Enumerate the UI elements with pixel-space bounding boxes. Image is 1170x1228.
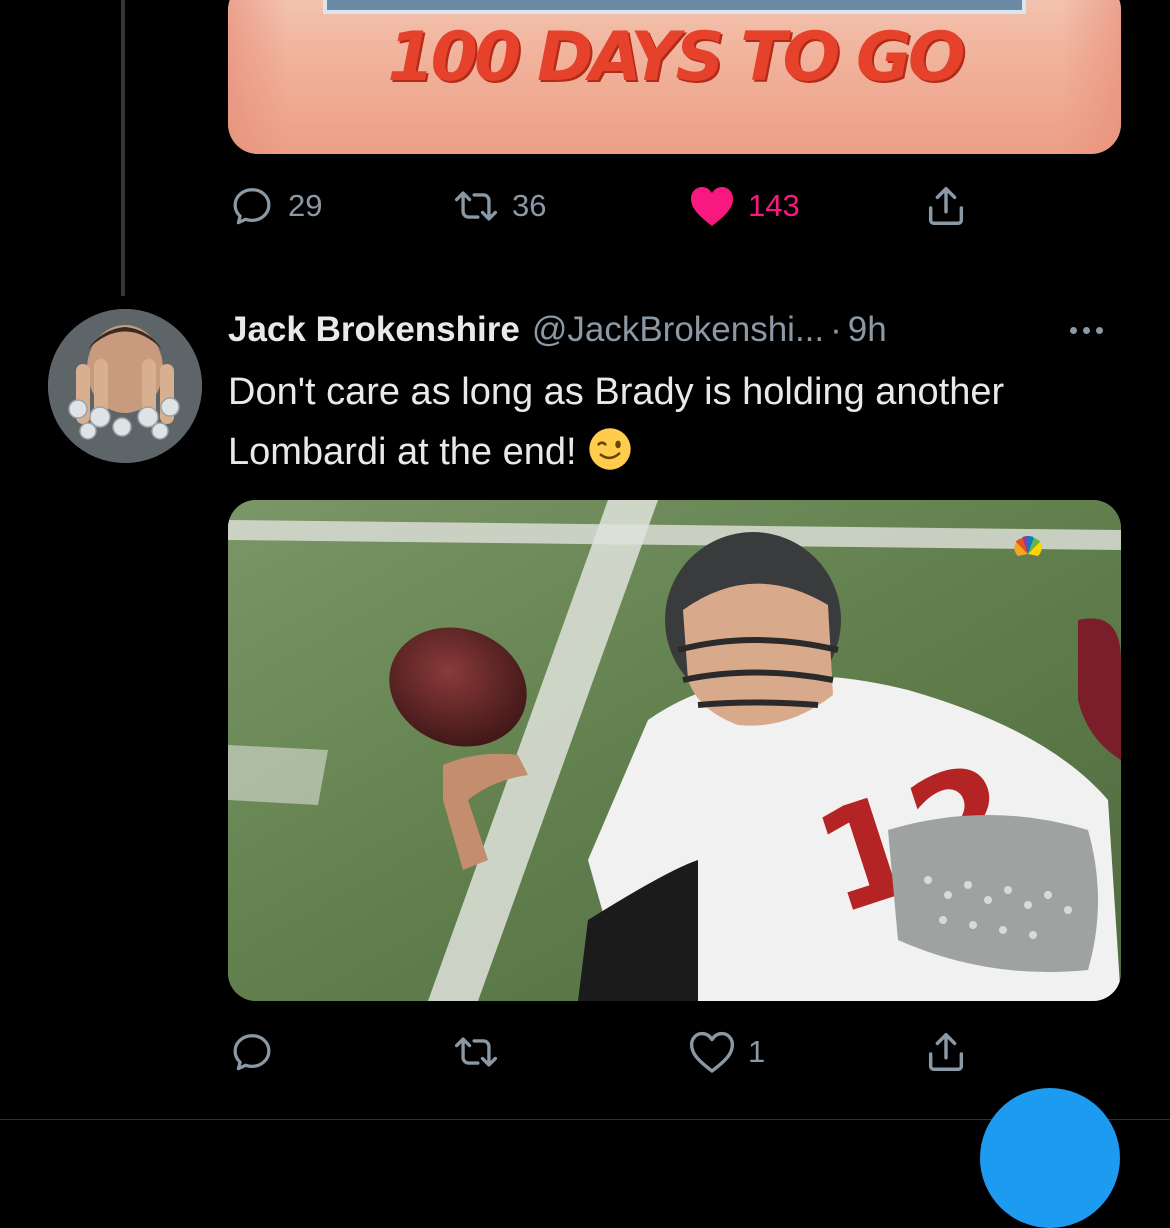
reply-button[interactable] (228, 1024, 288, 1080)
reply-count: 29 (288, 188, 323, 223)
more-options-button[interactable] (1070, 308, 1103, 352)
share-button[interactable] (922, 1024, 970, 1080)
header-separator: · (830, 310, 842, 349)
display-name[interactable]: Jack Brokenshire (228, 310, 520, 350)
compose-tweet-button[interactable] (980, 1088, 1120, 1228)
retweet-button[interactable] (452, 1024, 512, 1080)
thread-connector-line (121, 0, 125, 296)
heart-filled-icon (688, 182, 736, 230)
more-dots-icon (1070, 326, 1077, 334)
previous-tweet-actions: 29 36 143 (228, 178, 988, 234)
like-count: 1 (748, 1034, 766, 1069)
retweet-count: 36 (512, 188, 547, 223)
winking-face-emoji-icon (588, 428, 631, 470)
banner-frame (323, 0, 1026, 14)
avatar[interactable] (48, 309, 202, 463)
retweet-icon (452, 182, 500, 230)
tweet-media-image[interactable]: 12 (228, 500, 1121, 1001)
like-button[interactable]: 143 (688, 178, 800, 234)
tweet-timestamp[interactable]: 9h (848, 310, 887, 350)
heart-outline-icon (688, 1028, 736, 1076)
reply-button[interactable]: 29 (228, 178, 322, 234)
tweet-text-container: Don't care as long as Brady is holding a… (228, 362, 1108, 482)
previous-tweet-media[interactable]: 100 DAYS TO GO (228, 0, 1121, 154)
share-icon (922, 182, 970, 230)
share-button[interactable] (922, 178, 970, 234)
reply-icon (228, 182, 276, 230)
like-button[interactable]: 1 (688, 1024, 765, 1080)
banner-headline: 100 DAYS TO GO (387, 18, 965, 97)
retweet-button[interactable]: 36 (452, 178, 546, 234)
like-count: 143 (748, 188, 800, 223)
share-icon (922, 1028, 970, 1076)
reply-tweet-actions: 1 (228, 1024, 988, 1080)
retweet-icon (452, 1028, 500, 1076)
user-handle[interactable]: @JackBrokenshi... (532, 310, 824, 350)
reply-icon (228, 1028, 276, 1076)
tweet-header: Jack Brokenshire @JackBrokenshi... · 9h (228, 308, 1128, 352)
